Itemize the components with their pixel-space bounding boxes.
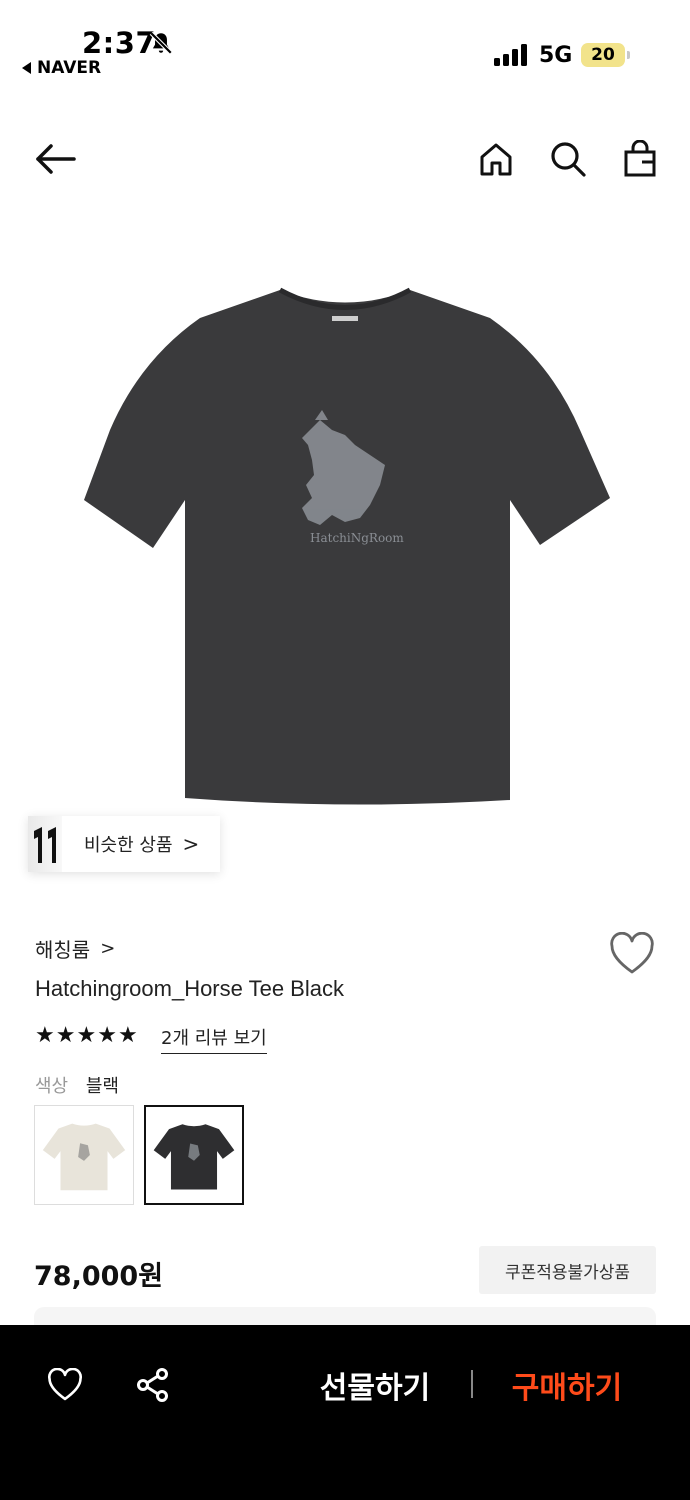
- star-icon: ★: [76, 1023, 97, 1048]
- coupon-badge: 쿠폰적용불가상품: [479, 1246, 656, 1294]
- tshirt-thumbnail: [42, 1123, 126, 1191]
- network-type: 5G: [539, 43, 573, 68]
- search-button[interactable]: [543, 134, 593, 184]
- home-button[interactable]: [471, 134, 521, 184]
- back-app-label: NAVER: [37, 58, 102, 78]
- bottom-wishlist-button[interactable]: [43, 1363, 87, 1407]
- wishlist-button[interactable]: [608, 931, 656, 976]
- similar-products-button[interactable]: 비슷한 상품 >: [28, 816, 220, 872]
- shopping-bag-icon: [624, 140, 656, 177]
- color-swatch-cream[interactable]: [34, 1105, 134, 1205]
- product-name: Hatchingroom_Horse Tee Black: [35, 976, 344, 1001]
- cart-button[interactable]: [615, 134, 665, 184]
- star-icon: ★: [35, 1023, 55, 1048]
- bottom-action-bar: 선물하기 구매하기: [0, 1325, 690, 1500]
- top-nav-bar: [0, 120, 690, 196]
- tshirt-thumbnail: [153, 1124, 235, 1190]
- similar-products-label: 비슷한 상품: [84, 835, 173, 856]
- share-button[interactable]: [131, 1363, 175, 1407]
- color-option-row: 색상 블랙: [35, 1072, 119, 1098]
- back-arrow-icon: [36, 144, 76, 174]
- share-icon: [137, 1368, 168, 1402]
- battery-indicator: 20: [581, 43, 630, 67]
- back-triangle-icon: [22, 62, 31, 74]
- back-button[interactable]: [30, 134, 80, 184]
- star-icon: ★: [97, 1023, 117, 1048]
- star-icon: ★: [55, 1023, 76, 1048]
- brand-name: 해칭룸: [35, 938, 91, 962]
- color-value: 블랙: [85, 1076, 119, 1097]
- product-image[interactable]: HatchiNgRoom: [0, 230, 690, 830]
- divider: [471, 1370, 473, 1398]
- color-swatch-black[interactable]: [144, 1105, 244, 1205]
- rating-stars: ★ ★ ★ ★ ★: [35, 1023, 138, 1049]
- chevron-right-icon: >: [182, 832, 200, 856]
- home-icon: [480, 143, 512, 176]
- chevron-right-icon: >: [100, 938, 116, 959]
- status-bar: 2:37 NAVER 5G 20: [0, 0, 690, 90]
- similar-pair-icon: [34, 827, 56, 863]
- product-price: 78,000원: [34, 1261, 164, 1292]
- status-time: 2:37: [82, 26, 157, 60]
- svg-text:HatchiNgRoom: HatchiNgRoom: [310, 531, 404, 545]
- star-icon: ★: [117, 1023, 138, 1048]
- search-icon: [551, 142, 586, 177]
- color-label: 색상: [35, 1076, 69, 1097]
- similar-thumbnail: [28, 816, 62, 872]
- review-link[interactable]: 2개 리뷰 보기: [161, 1024, 267, 1054]
- gift-button[interactable]: 선물하기: [300, 1363, 450, 1407]
- heart-icon: [48, 1368, 82, 1401]
- brand-link[interactable]: 해칭룸 >: [35, 934, 115, 963]
- buy-button[interactable]: 구매하기: [492, 1363, 642, 1407]
- signal-bars-icon: [494, 44, 527, 66]
- heart-icon: [610, 931, 654, 974]
- bell-muted-icon: [149, 31, 173, 55]
- tshirt-image: HatchiNgRoom: [84, 287, 610, 805]
- battery-level: 20: [591, 45, 615, 65]
- back-to-app-link[interactable]: NAVER: [22, 58, 101, 78]
